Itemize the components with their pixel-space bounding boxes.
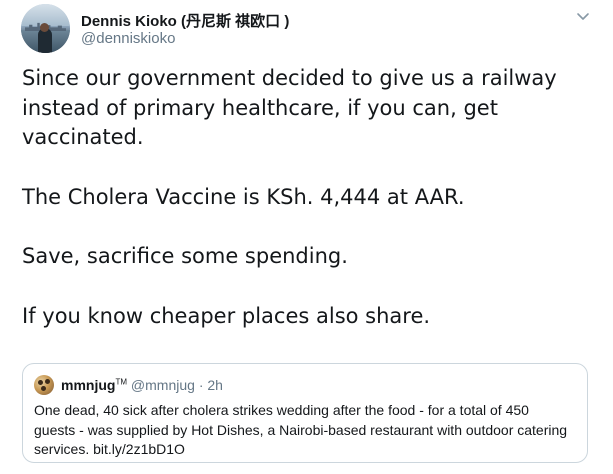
separator-dot: · <box>198 377 204 393</box>
chevron-down-icon[interactable] <box>576 12 590 22</box>
tweet-card: Dennis Kioko (丹尼斯 祺欧口 ) @denniskioko Sin… <box>0 0 613 474</box>
quoted-tweet-header: mmnjugTM @mmnjug · 2h <box>61 377 223 393</box>
author-display-name[interactable]: Dennis Kioko (丹尼斯 祺欧口 ) <box>81 13 289 30</box>
trademark-mark: TM <box>115 377 128 387</box>
tweet-text: Since our government decided to give us … <box>22 64 597 361</box>
avatar-head <box>40 23 49 32</box>
author-name-row[interactable]: Dennis Kioko (丹尼斯 祺欧口 ) <box>81 10 289 31</box>
quoted-tweet-text: One dead, 40 sick after cholera strikes … <box>34 402 568 457</box>
quoted-handle[interactable]: @mmnjug <box>131 377 195 393</box>
tweet-paragraph: Save, sacrifice some spending. <box>22 244 348 268</box>
author-avatar[interactable] <box>21 4 70 53</box>
tweet-paragraph: Since our government decided to give us … <box>22 66 557 149</box>
quoted-display-name[interactable]: mmnjug <box>61 377 115 393</box>
avatar-detail <box>41 386 46 391</box>
quoted-user-avatar[interactable] <box>34 375 54 395</box>
avatar-detail <box>38 380 43 385</box>
author-handle[interactable]: @denniskioko <box>81 30 175 47</box>
tweet-paragraph: The Cholera Vaccine is KSh. 4,444 at AAR… <box>22 184 465 209</box>
quoted-timestamp[interactable]: 2h <box>207 377 223 393</box>
quoted-tweet[interactable]: mmnjugTM @mmnjug · 2h One dead, 40 sick … <box>22 363 588 463</box>
tweet-paragraph: If you know cheaper places also share. <box>22 303 431 328</box>
avatar-detail <box>45 379 50 384</box>
